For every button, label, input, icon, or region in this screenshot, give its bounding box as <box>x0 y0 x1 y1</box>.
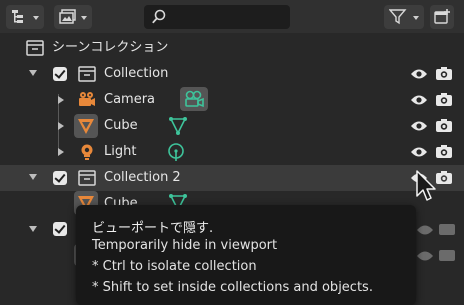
new-collection-button[interactable] <box>430 5 454 29</box>
camera-data-icon <box>185 90 204 108</box>
tree-row-collection-2[interactable]: Collection 2 <box>0 165 464 191</box>
image-icon <box>59 9 76 24</box>
tree-row-cube[interactable]: Cube <box>0 113 464 139</box>
camera-render-icon[interactable] <box>435 145 453 159</box>
collection-icon <box>78 66 96 82</box>
scene-collection-row[interactable]: シーンコレクション <box>0 35 464 61</box>
tooltip-line: Temporarily hide in viewport <box>92 238 278 253</box>
eye-icon[interactable] <box>410 146 428 158</box>
expand-arrow-icon[interactable] <box>58 96 64 104</box>
row-label: Camera <box>104 92 156 107</box>
eye-icon[interactable] <box>416 224 434 236</box>
tree-row-camera[interactable]: Camera <box>0 87 464 113</box>
light-data-icon[interactable] <box>166 142 186 162</box>
camera-render-icon[interactable] <box>435 171 453 185</box>
outliner-icon <box>12 10 23 23</box>
camera-render-icon[interactable] <box>435 67 453 81</box>
expand-arrow-icon[interactable] <box>58 148 64 156</box>
camera-render-icon[interactable] <box>438 222 456 236</box>
tooltip-line: * Shift to set inside collections and ob… <box>92 280 373 295</box>
hide-in-viewport-tooltip: ビューポートで隠す. Temporarily hide in viewport … <box>76 205 416 305</box>
filter-view-dropdown[interactable] <box>54 5 92 29</box>
expand-arrow-icon[interactable] <box>29 226 37 232</box>
scene-collection-icon <box>26 40 44 56</box>
outliner-header <box>0 0 464 33</box>
chevron-down-icon <box>33 16 39 20</box>
chevron-down-icon <box>413 16 419 20</box>
collection-icon <box>78 170 96 186</box>
light-object-icon <box>81 144 93 160</box>
row-label: Light <box>104 144 137 159</box>
camera-data-button[interactable] <box>180 87 208 111</box>
row-label: Cube <box>104 118 138 133</box>
eye-icon[interactable] <box>416 250 434 262</box>
exclude-checkbox[interactable] <box>53 171 67 185</box>
expand-arrow-icon[interactable] <box>58 122 64 130</box>
mesh-object-icon <box>74 114 98 138</box>
mesh-data-icon[interactable] <box>168 116 188 136</box>
chevron-down-icon <box>81 16 87 20</box>
exclude-checkbox[interactable] <box>53 222 67 236</box>
tree-row-collection[interactable]: Collection <box>0 61 464 87</box>
new-collection-icon <box>434 9 450 24</box>
expand-arrow-icon[interactable] <box>29 174 37 180</box>
mouse-cursor-icon <box>416 170 436 201</box>
exclude-checkbox[interactable] <box>53 67 67 81</box>
row-label: Collection <box>104 66 169 81</box>
row-label: Collection 2 <box>104 170 181 185</box>
search-input[interactable] <box>144 5 290 29</box>
tree-row-light[interactable]: Light <box>0 139 464 165</box>
tooltip-title: ビューポートで隠す. <box>92 221 214 236</box>
funnel-icon <box>389 9 407 25</box>
eye-icon[interactable] <box>410 120 428 132</box>
search-icon <box>152 9 166 24</box>
tooltip-line: * Ctrl to isolate collection <box>92 259 257 274</box>
camera-render-icon[interactable] <box>438 248 456 262</box>
expand-arrow-icon[interactable] <box>29 70 37 76</box>
camera-render-icon[interactable] <box>435 119 453 133</box>
camera-render-icon[interactable] <box>435 93 453 107</box>
scene-collection-label: シーンコレクション <box>52 40 169 55</box>
camera-object-icon <box>79 92 95 106</box>
eye-icon[interactable] <box>410 68 428 80</box>
eye-icon[interactable] <box>410 94 428 106</box>
filter-dropdown[interactable] <box>384 5 424 29</box>
display-mode-dropdown[interactable] <box>6 5 44 29</box>
